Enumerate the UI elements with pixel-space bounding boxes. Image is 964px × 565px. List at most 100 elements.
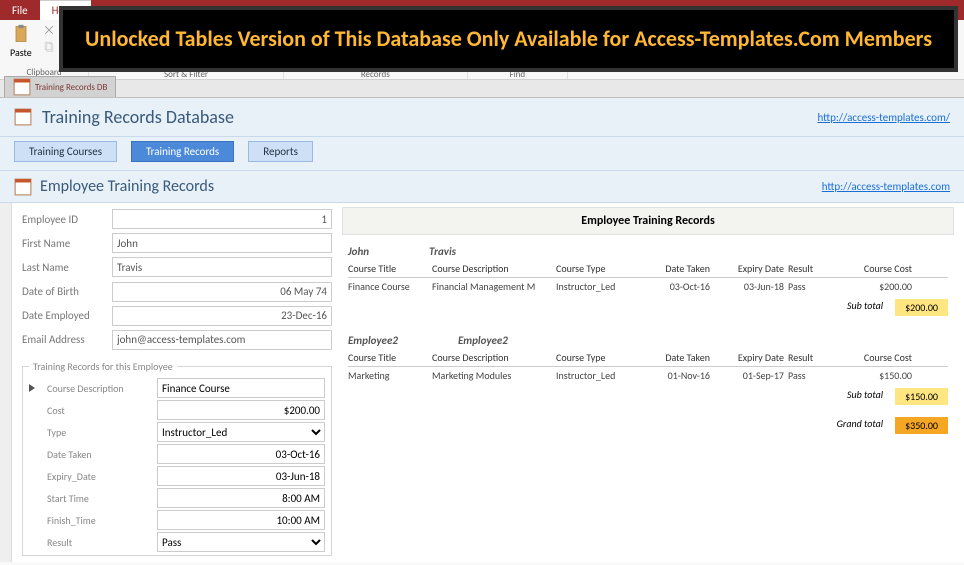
toggle-filter-button[interactable]: Toggle Filter [206,54,277,69]
spelling-icon [410,24,422,36]
remove-sort-button[interactable]: Remove Sort [128,54,202,69]
more-button[interactable]: More ▾ [407,54,461,69]
report-columns: Course TitleCourse DescriptionCourse Typ… [348,349,948,367]
record-selector[interactable] [0,203,12,562]
subrecord-selector[interactable] [29,384,41,392]
subtotal-value: $200.00 [895,299,948,316]
cut-button[interactable]: Cut [40,22,82,37]
form-icon [13,78,31,96]
copy-button[interactable]: Copy [40,38,82,53]
db-header: Training Records Database http://access-… [0,98,964,137]
ribbon: Paste Cut Copy Clipboard Filter Ascendin… [0,20,964,80]
find-icon [478,24,498,44]
report-group: Employee2Employee2Course TitleCourse Des… [342,324,954,413]
remove-sort-icon [131,56,143,68]
filter-button[interactable]: Filter [95,22,124,61]
file-tab[interactable]: File [0,0,40,20]
start-time-input[interactable] [157,488,325,508]
goto-button[interactable]: Go To ▾ [506,38,561,53]
subform-legend: Training Records for this Employee [29,360,177,373]
form-header: Employee Training Records http://access-… [0,171,964,203]
email-input[interactable] [112,330,332,350]
label-type: Type [47,426,151,439]
form-body: Employee ID First Name Last Name Date of… [0,203,964,562]
label-dob: Date of Birth [22,285,112,298]
first-name-input[interactable] [112,233,332,253]
totals-button[interactable]: Totals [407,38,461,53]
db-title: Training Records Database [14,106,817,128]
selection-button[interactable]: Selection ▾ [206,22,277,37]
home-tab[interactable]: Home [40,0,91,20]
subtotal-line: Sub total$200.00 [348,295,948,320]
sort-asc-icon [131,24,143,36]
form-icon [14,178,32,196]
refresh-all-button[interactable]: Refresh All [290,22,341,61]
doe-input[interactable] [112,306,332,326]
ribbon-group-records: Refresh All New Save Delete ▾ Spelling T… [284,20,468,79]
expiry-input[interactable] [157,466,325,486]
advanced-button[interactable]: Advanced ▾ [206,38,277,53]
dob-input[interactable] [112,282,332,302]
label-expiry: Expiry_Date [47,470,151,483]
save-button[interactable]: Save [345,38,403,53]
reports-button[interactable]: Reports [248,141,313,162]
new-record-button[interactable]: New [345,22,403,37]
replace-button[interactable]: abReplace [506,22,561,37]
training-courses-button[interactable]: Training Courses [14,141,117,162]
toggle-icon [209,56,221,68]
training-records-button[interactable]: Training Records [131,141,234,162]
training-subform: Training Records for this Employee Cours… [22,360,332,556]
course-desc-input[interactable] [157,378,325,398]
ribbon-group-sort: Filter Ascending Descending Remove Sort … [89,20,284,79]
form-link[interactable]: http://access-templates.com [822,180,950,193]
delete-icon [348,56,360,68]
more-icon [410,56,422,68]
nav-buttons: Training Courses Training Records Report… [0,137,964,171]
sort-asc-button[interactable]: Ascending [128,22,202,37]
spelling-button[interactable]: Spelling [407,22,461,37]
subtotal-line: Sub total$150.00 [348,384,948,409]
svg-text:ab: ab [510,26,516,34]
select-icon [509,56,521,68]
label-course-desc: Course Description [47,382,151,395]
last-name-input[interactable] [112,257,332,277]
form-icon [14,108,32,126]
header-link[interactable]: http://access-templates.com/ [817,111,950,124]
finish-time-input[interactable] [157,510,325,530]
goto-icon [509,40,521,52]
label-first-name: First Name [22,237,112,250]
employee-id-input[interactable] [112,209,332,229]
grand-total-line: Grand total$350.00 [342,413,954,438]
report-columns: Course TitleCourse DescriptionCourse Typ… [348,260,948,278]
training-records-db-tab[interactable]: Training Records DB [4,76,116,97]
report-group: JohnTravisCourse TitleCourse Description… [342,235,954,324]
date-taken-input[interactable] [157,444,325,464]
find-button[interactable]: Find [474,22,502,61]
subtotal-value: $150.00 [895,388,948,405]
tell-me-search[interactable]: Tell me what you want to do [91,0,243,20]
type-select[interactable]: Instructor_Led [157,422,325,442]
replace-icon: ab [509,24,521,36]
form-title: Employee Training Records [14,177,822,196]
delete-button[interactable]: Delete ▾ [345,54,403,69]
report-row: Finance CourseFinancial Management MInst… [348,278,948,295]
ribbon-group-find: Find abReplace Go To ▾ Select ▾ Find [468,20,568,79]
report-group-name: Employee2Employee2 [348,328,948,349]
report-preview: Employee Training Records JohnTravisCour… [342,203,964,562]
object-tab-strip: Training Records DB [0,80,964,98]
paste-button[interactable]: Paste [6,22,36,61]
label-date-taken: Date Taken [47,448,151,461]
ribbon-group-clipboard: Paste Cut Copy Clipboard [0,20,89,79]
sort-desc-button[interactable]: Descending [128,38,202,53]
title-bar: File Home Tell me what you want to do [0,0,964,20]
scissors-icon [43,24,55,36]
advanced-icon [209,40,221,52]
result-select[interactable]: Pass [157,532,325,552]
label-cost: Cost [47,404,151,417]
label-last-name: Last Name [22,261,112,274]
save-icon [348,40,360,52]
copy-icon [43,40,55,52]
cost-input[interactable] [157,400,325,420]
select-button[interactable]: Select ▾ [506,54,561,69]
funnel-icon [100,24,120,44]
